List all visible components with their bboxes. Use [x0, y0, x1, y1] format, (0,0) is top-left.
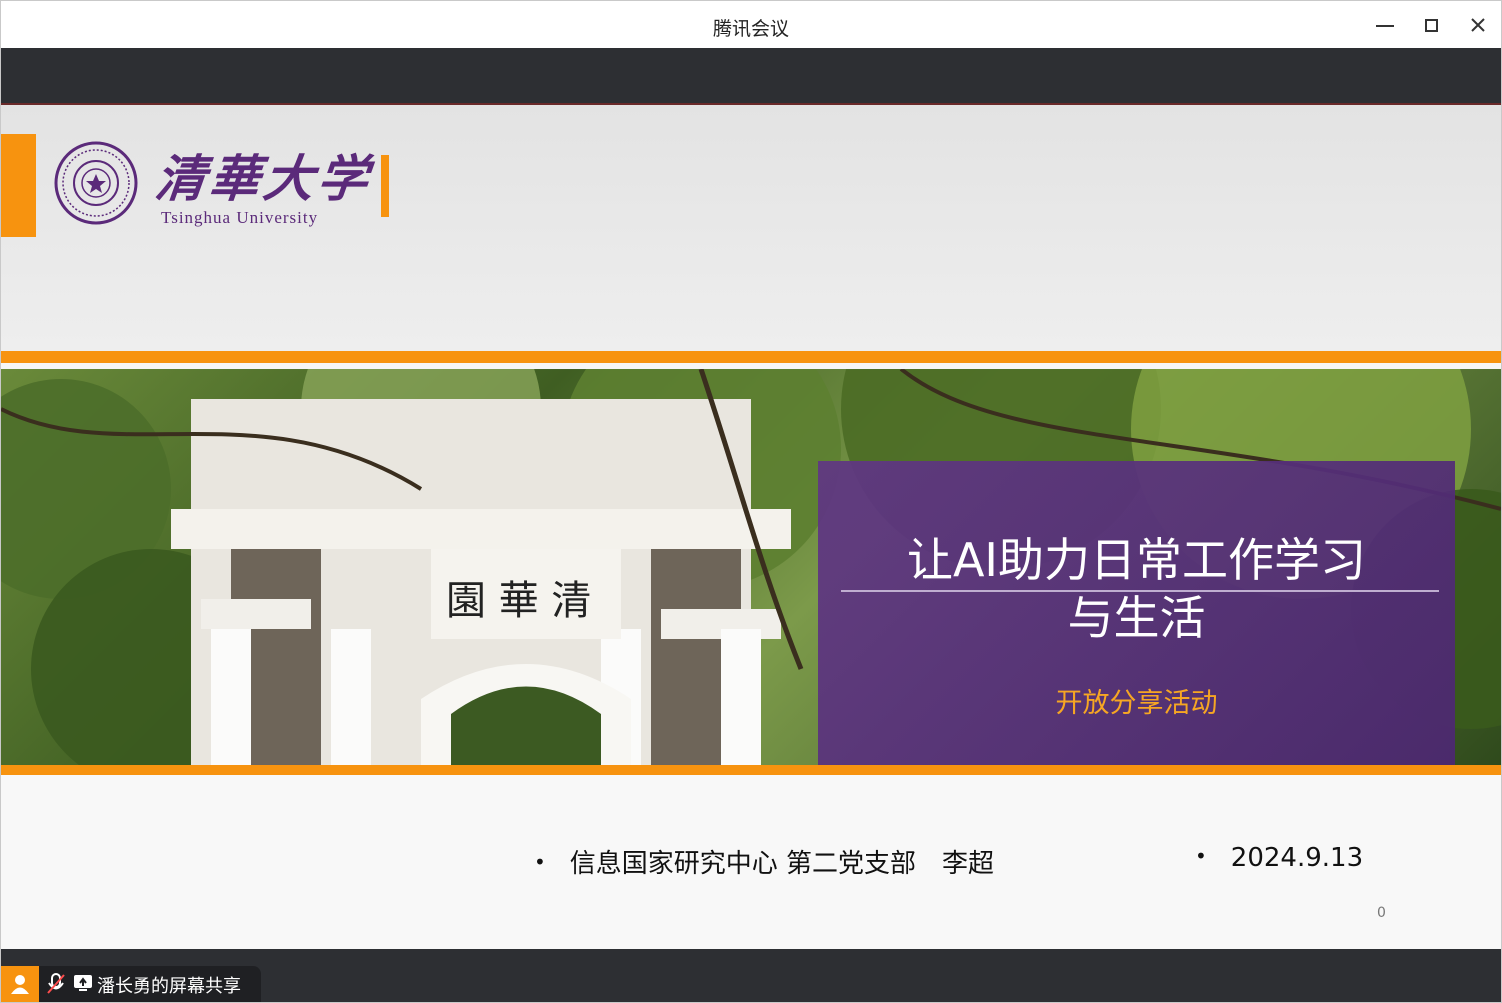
screen-share-indicator[interactable]: 潘长勇的屏幕共享 — [1, 966, 261, 1002]
author-text: 信息国家研究中心 第二党支部 李超 — [569, 849, 995, 879]
meeting-toolbar-top — [1, 48, 1501, 105]
bullet-dot: • — [1195, 844, 1207, 868]
page-number: 0 — [1377, 905, 1386, 921]
svg-text:園 華 清: 園 華 清 — [446, 578, 591, 624]
slide-footer: • 信息国家研究中心 第二党支部 李超 • 2024.9.13 0 — [1, 775, 1501, 949]
user-icon — [11, 975, 29, 994]
maximize-icon — [1424, 18, 1438, 32]
mic-muted-icon — [47, 973, 65, 994]
title-divider — [841, 590, 1439, 592]
maximize-button[interactable] — [1411, 9, 1451, 41]
title-bar[interactable]: 腾讯会议 — [1, 1, 1501, 48]
shared-slide: 清華大学 Tsinghua University 園 華 清 让AI助力日常工作… — [1, 105, 1501, 949]
slide-subtitle: 开放分享活动 — [1055, 688, 1218, 719]
tencent-meeting-window: 腾讯会议 清華大学 Tsinghua University 園 華 清 让AI助… — [0, 0, 1502, 1003]
title-panel: 让AI助力日常工作学习 与生活 开放分享活动 — [818, 461, 1455, 765]
author-bullet: • 信息国家研究中心 第二党支部 李超 — [534, 843, 994, 880]
share-label: 潘长勇的屏幕共享 — [97, 976, 241, 997]
slide-header: 清華大学 Tsinghua University — [1, 105, 1501, 351]
screen-share-icon — [74, 975, 92, 991]
window-title: 腾讯会议 — [712, 18, 789, 40]
tsinghua-seal-icon — [54, 141, 138, 225]
orange-band-bottom — [1, 765, 1501, 775]
slide-title-line2: 与生活 — [1067, 591, 1206, 645]
meeting-bottom-bar: 潘长勇的屏幕共享 — [1, 949, 1501, 1002]
user-avatar[interactable] — [1, 966, 39, 1002]
orange-divider — [381, 155, 389, 217]
campus-gate-photo: 園 華 清 让AI助力日常工作学习 与生活 开放分享活动 — [1, 369, 1501, 765]
tsinghua-logo-chinese: 清華大学 — [152, 149, 375, 208]
close-button[interactable] — [1458, 9, 1498, 41]
date-bullet: • 2024.9.13 — [1195, 843, 1363, 873]
orange-accent-block — [1, 134, 36, 237]
slide-title-line1: 让AI助力日常工作学习 — [906, 533, 1367, 587]
slide-title: 让AI助力日常工作学习 与生活 — [818, 531, 1455, 647]
date-text: 2024.9.13 — [1230, 843, 1364, 873]
close-icon — [1471, 18, 1485, 32]
minimize-button[interactable] — [1365, 9, 1405, 41]
minimize-icon — [1376, 25, 1394, 27]
orange-band-top — [1, 351, 1501, 363]
tsinghua-logo-english: Tsinghua University — [161, 208, 319, 227]
bullet-dot: • — [534, 850, 546, 874]
